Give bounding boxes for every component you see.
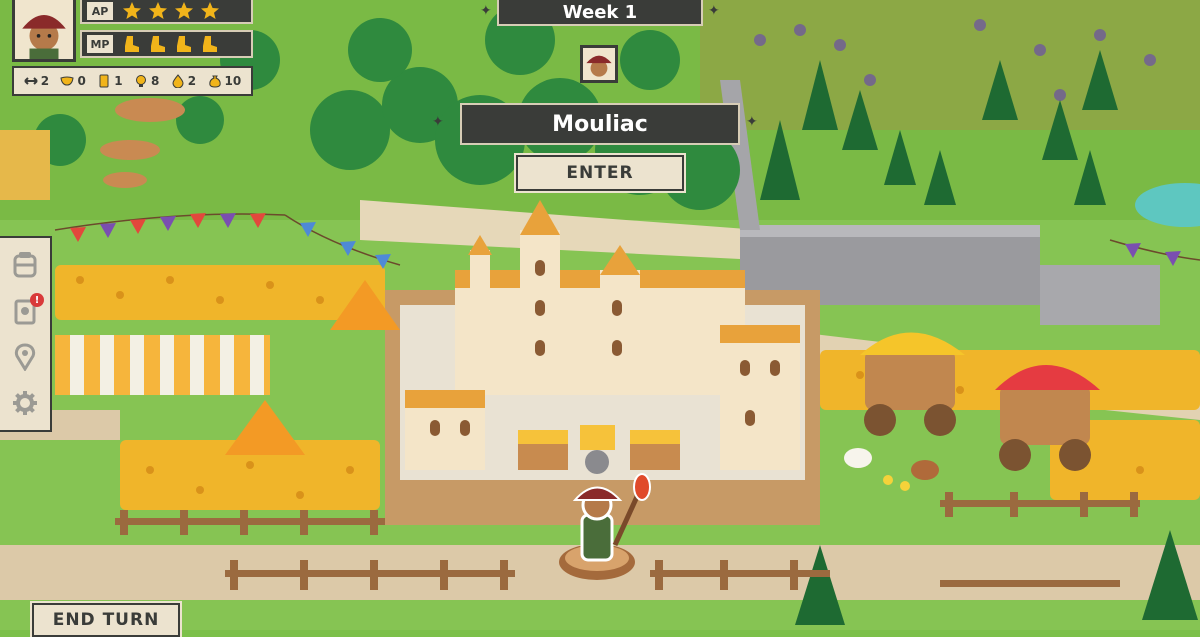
star-icon <box>175 2 193 19</box>
resource-value: 2 <box>40 74 50 88</box>
resource-value: 8 <box>151 74 160 88</box>
resource-item: 8 <box>134 74 159 88</box>
end-turn-label: END TURN <box>52 610 160 630</box>
arrows-icon <box>23 77 38 85</box>
map-button[interactable] <box>4 337 46 377</box>
enter-button[interactable]: ENTER <box>514 153 686 193</box>
mp-boots <box>122 34 220 54</box>
star-icon <box>149 2 167 19</box>
banner-ornament-right-icon: ✦ <box>708 3 720 19</box>
side-menu: ! <box>0 236 52 432</box>
moneybag-icon <box>208 75 221 88</box>
resource-item: 2 <box>23 74 50 88</box>
resource-item: 1 <box>97 74 123 88</box>
inventory-icon <box>13 252 37 278</box>
resource-value: 1 <box>114 74 123 88</box>
resource-value: 10 <box>224 74 242 88</box>
hero-portrait-icon <box>22 15 66 59</box>
settings-button[interactable] <box>4 383 46 423</box>
boot-icon <box>125 36 139 52</box>
star-icon <box>201 2 219 19</box>
gear-icon <box>13 391 37 415</box>
ap-stars <box>122 1 220 21</box>
inventory-button[interactable] <box>4 245 46 285</box>
ap-label: AP <box>85 0 115 22</box>
resource-item: 0 <box>60 74 86 88</box>
resource-value: 0 <box>77 74 86 88</box>
mask-icon <box>60 76 75 86</box>
week-banner: Week 1 <box>497 0 703 26</box>
bulb-icon <box>136 75 146 87</box>
resource-item: 2 <box>171 74 196 88</box>
quest-alert-badge: ! <box>30 293 44 307</box>
enter-label: ENTER <box>566 163 634 183</box>
drop-icon <box>172 74 184 88</box>
boot-icon <box>203 36 217 52</box>
banner-ornament-left-icon: ✦ <box>480 3 492 19</box>
mp-label: MP <box>85 33 115 55</box>
player-portrait[interactable] <box>12 0 76 62</box>
boot-icon <box>177 36 191 52</box>
week-label: Week 1 <box>562 1 638 23</box>
boot-icon <box>151 36 165 52</box>
quests-button[interactable]: ! <box>4 291 46 331</box>
plate-ornament-left-icon: ✦ <box>432 114 444 130</box>
map-pin-icon <box>14 343 36 371</box>
location-owner-portrait <box>580 45 618 83</box>
location-name-plate: Mouliac <box>460 103 740 145</box>
plate-ornament-right-icon: ✦ <box>746 114 758 130</box>
location-name: Mouliac <box>552 111 648 137</box>
player-hud: AP MP 2 0 1 8 2 10 <box>10 0 255 98</box>
end-turn-button[interactable]: END TURN <box>30 601 182 637</box>
scroll-icon <box>99 74 109 88</box>
resource-bar: 2 0 1 8 2 10 <box>12 66 253 96</box>
star-icon <box>123 2 141 19</box>
hero-portrait-icon <box>586 55 612 77</box>
resource-item: 10 <box>208 74 242 88</box>
resource-value: 2 <box>187 74 197 88</box>
